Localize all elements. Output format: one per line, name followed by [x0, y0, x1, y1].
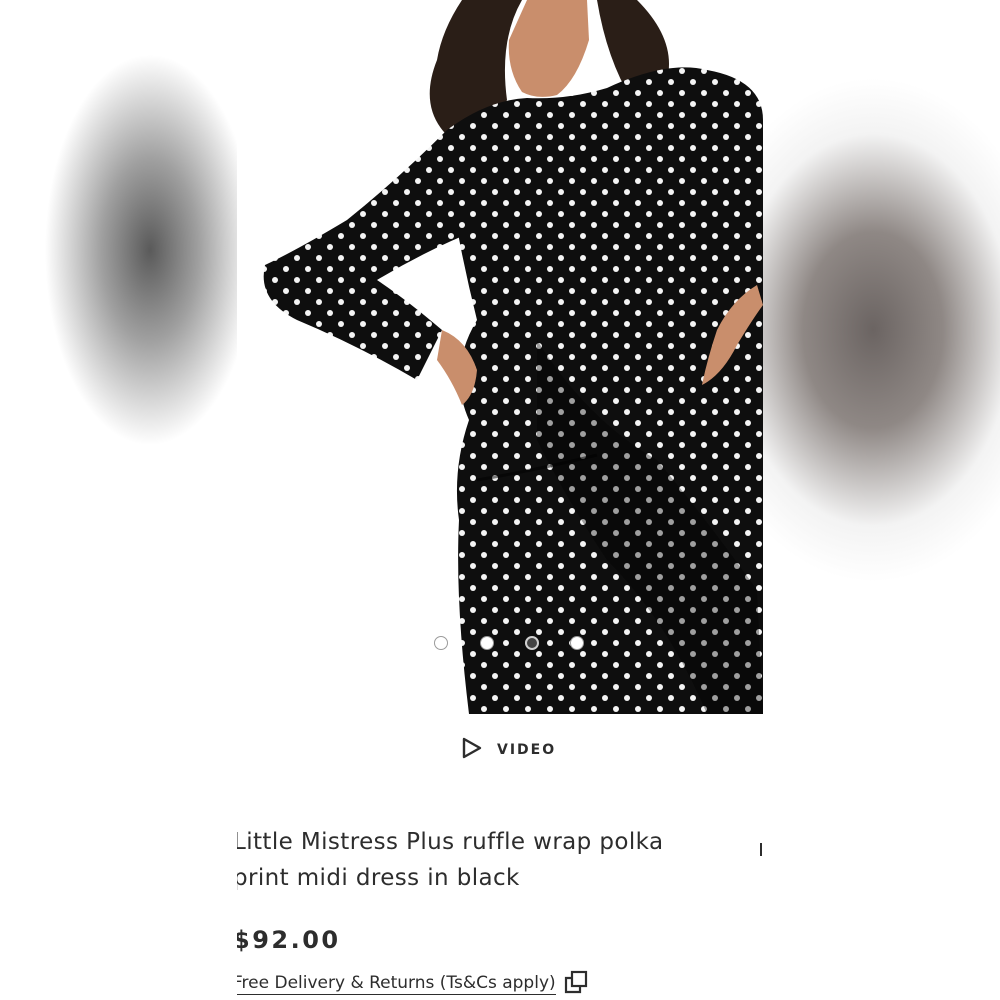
- blurred-background-left: [0, 0, 237, 1000]
- product-price: $92.00: [237, 926, 341, 954]
- carousel-dot[interactable]: [480, 636, 494, 650]
- product-title-line-2: print midi dress in black: [237, 865, 520, 891]
- product-image[interactable]: [237, 0, 763, 714]
- carousel-indicators: [237, 636, 763, 654]
- delivery-text[interactable]: Free Delivery & Returns (Ts&Cs apply): [237, 973, 556, 995]
- product-title-line-1: Little Mistress Plus ruffle wrap polka: [237, 829, 664, 855]
- blurred-background-right: [763, 0, 1000, 1000]
- product-page: VIDEO Little Mistress Plus ruffle wrap p…: [237, 0, 763, 1000]
- video-label: VIDEO: [497, 742, 557, 758]
- save-for-later-icon-edge[interactable]: [760, 843, 762, 856]
- carousel-dot[interactable]: [434, 636, 448, 650]
- carousel-dot[interactable]: [570, 636, 584, 650]
- play-icon: [459, 736, 483, 765]
- delivery-link[interactable]: Free Delivery & Returns (Ts&Cs apply): [237, 970, 588, 998]
- product-title: Little Mistress Plus ruffle wrap polka p…: [237, 824, 713, 896]
- video-button[interactable]: VIDEO: [459, 736, 556, 764]
- external-window-icon[interactable]: [564, 970, 588, 999]
- carousel-dot-active[interactable]: [525, 636, 539, 650]
